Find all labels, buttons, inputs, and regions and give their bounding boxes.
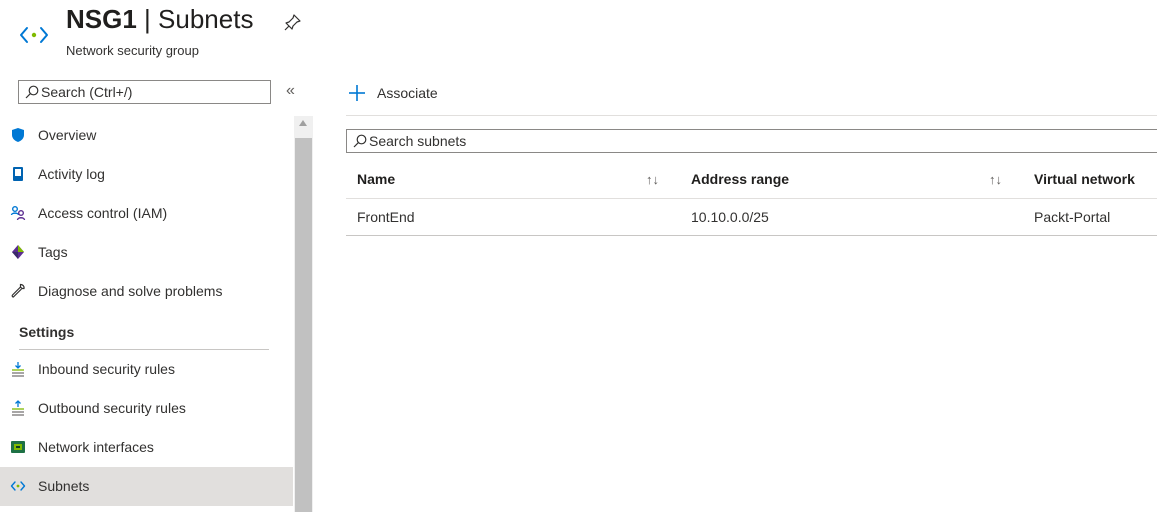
collapse-menu-button[interactable]: « [286, 82, 295, 100]
menu-scrollbar[interactable] [294, 116, 313, 512]
menu-item-subnets[interactable]: Subnets [0, 467, 293, 506]
menu-item-outbound-security-rules[interactable]: Outbound security rules [0, 389, 293, 428]
subnet-search-input[interactable] [369, 131, 769, 151]
menu-item-label: Outbound security rules [38, 400, 186, 416]
resource-name: NSG1 [66, 4, 137, 34]
page-subtitle: Network security group [66, 43, 199, 58]
table-row[interactable]: FrontEnd 10.10.0.0/25 Packt-Portal [346, 199, 1157, 236]
tag-icon [10, 244, 26, 260]
activity-log-icon [10, 166, 26, 182]
resource-menu: « Overview Activity log [0, 78, 313, 512]
menu-item-label: Subnets [38, 478, 90, 494]
menu-item-label: Access control (IAM) [38, 205, 168, 221]
inbound-rules-icon [10, 361, 26, 377]
subnet-brackets-icon [10, 478, 26, 494]
settings-section-header: Settings [0, 311, 293, 350]
sort-icon[interactable]: ↑↓ [646, 172, 659, 187]
title-separator: | [144, 4, 151, 34]
subnets-table: Name ↑↓ Address range ↑↓ Virtual network… [346, 160, 1157, 236]
menu-item-diagnose[interactable]: Diagnose and solve problems [0, 272, 293, 311]
column-header-address-range[interactable]: Address range [691, 171, 789, 187]
page-name: Subnets [158, 4, 254, 34]
menu-item-access-control[interactable]: Access control (IAM) [0, 194, 293, 233]
scroll-up-arrow-icon[interactable] [299, 120, 307, 126]
column-header-virtual-network[interactable]: Virtual network [1034, 171, 1135, 187]
settings-heading: Settings [19, 324, 75, 340]
menu-item-overview[interactable]: Overview [0, 116, 293, 155]
column-header-name[interactable]: Name [357, 171, 395, 187]
search-icon [25, 85, 39, 104]
subnet-search-box[interactable] [346, 129, 1157, 153]
menu-item-label: Network interfaces [38, 439, 154, 455]
menu-list: Overview Activity log Access control (IA… [0, 116, 293, 506]
menu-item-label: Activity log [38, 166, 105, 182]
shield-icon [10, 127, 26, 143]
pin-icon[interactable] [284, 13, 302, 36]
network-interface-icon [10, 439, 26, 455]
subnet-brackets-icon [19, 26, 49, 49]
menu-item-label: Tags [38, 244, 68, 260]
content-pane: Associate Name ↑↓ Address range ↑↓ Virtu… [330, 78, 1157, 512]
menu-item-tags[interactable]: Tags [0, 233, 293, 272]
menu-search-box[interactable] [18, 80, 271, 104]
menu-item-label: Overview [38, 127, 97, 143]
menu-item-inbound-security-rules[interactable]: Inbound security rules [0, 350, 293, 389]
associate-label: Associate [377, 85, 438, 101]
table-header-row: Name ↑↓ Address range ↑↓ Virtual network [346, 160, 1157, 199]
menu-item-activity-log[interactable]: Activity log [0, 155, 293, 194]
cell-name: FrontEnd [357, 209, 415, 225]
page-title: NSG1 | Subnets [66, 4, 253, 35]
sort-icon[interactable]: ↑↓ [989, 172, 1002, 187]
toolbar-divider [346, 115, 1157, 116]
menu-item-label: Diagnose and solve problems [38, 283, 223, 299]
plus-icon [348, 84, 366, 107]
outbound-rules-icon [10, 400, 26, 416]
cell-address-range: 10.10.0.0/25 [691, 209, 769, 225]
menu-item-label: Inbound security rules [38, 361, 175, 377]
menu-item-network-interfaces[interactable]: Network interfaces [0, 428, 293, 467]
menu-search-input[interactable] [41, 82, 266, 102]
cell-virtual-network[interactable]: Packt-Portal [1034, 209, 1110, 225]
blade-header: NSG1 | Subnets Network security group [0, 0, 1157, 70]
search-icon [353, 134, 367, 153]
people-icon [10, 205, 26, 221]
scrollbar-thumb[interactable] [295, 138, 312, 512]
wrench-icon [10, 283, 26, 299]
